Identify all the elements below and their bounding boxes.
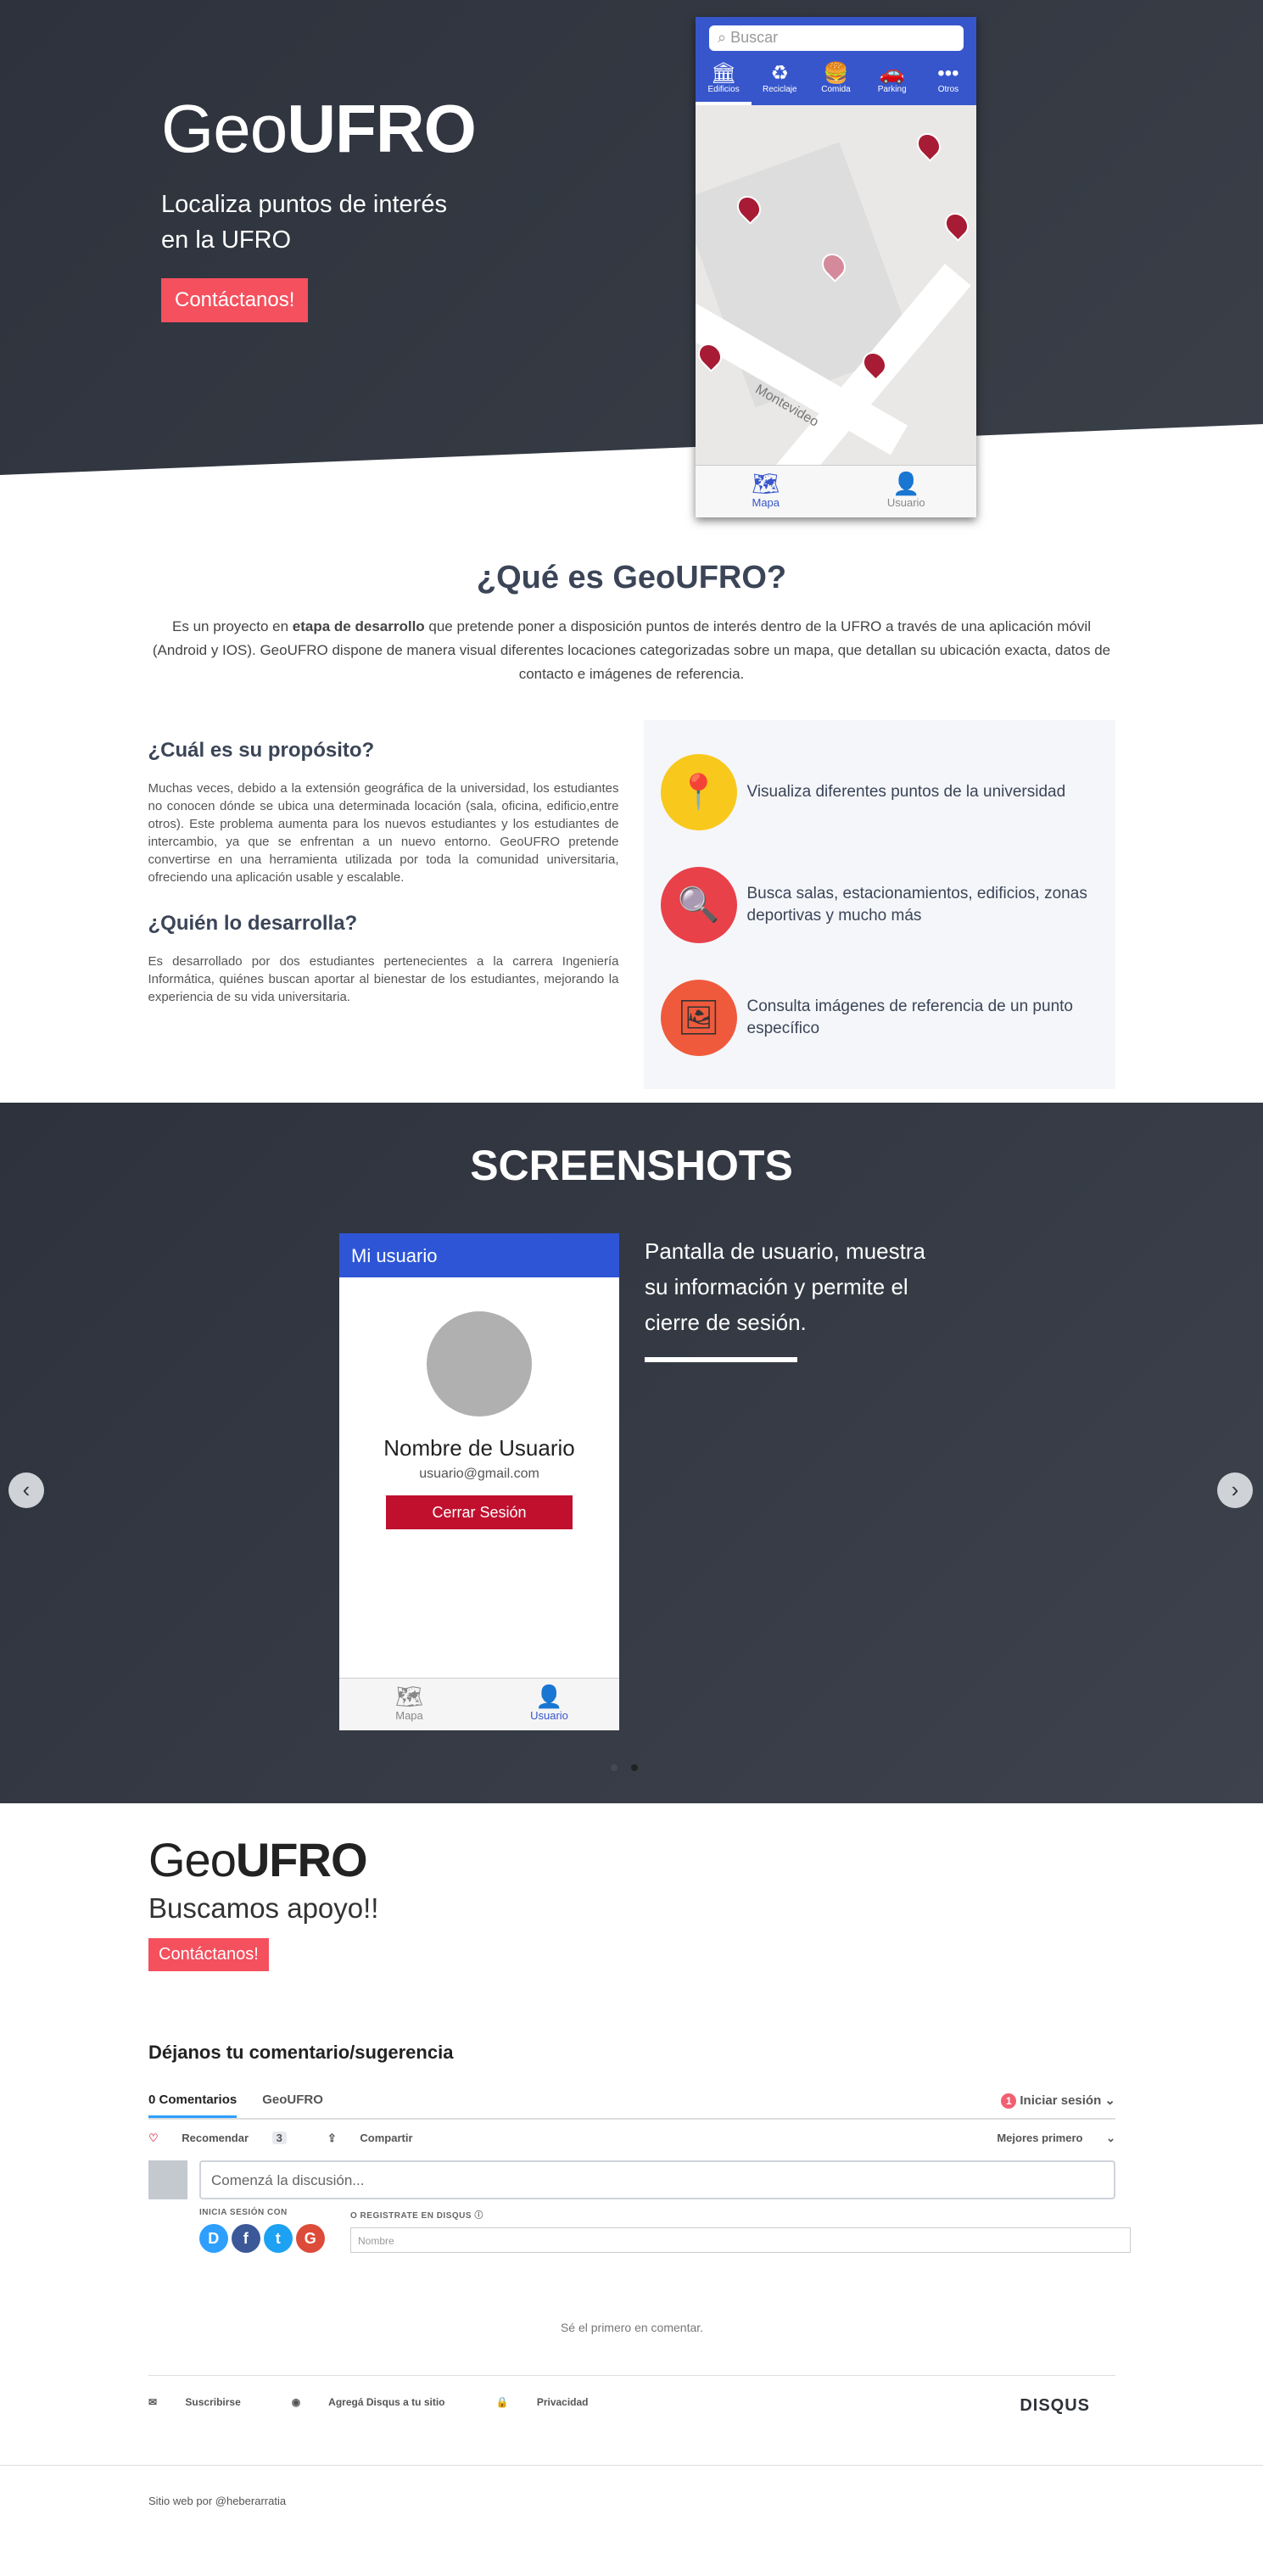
more-icon: ••• [937, 62, 959, 85]
carousel-next-button[interactable]: › [1217, 1472, 1253, 1508]
empty-comments-text: Sé el primero en comentar. [560, 2321, 704, 2334]
app-bottom-nav: 🗺 Mapa 👤 Usuario [696, 465, 976, 517]
features-panel: 📍 Visualiza diferentes puntos de la univ… [643, 720, 1115, 1089]
tab-mapa[interactable]: 🗺 Mapa [339, 1679, 479, 1730]
poi-marker[interactable] [940, 208, 974, 242]
caption-underline [645, 1357, 797, 1362]
tab-comida[interactable]: 🍔 Comida [808, 61, 863, 105]
disqus-login-icon[interactable]: D [199, 2224, 228, 2253]
hero-text: GeoUFRO Localiza puntos de interés en la… [161, 91, 477, 323]
avatar [148, 2160, 187, 2199]
map-pin-icon: 📍 [660, 753, 737, 830]
screenshot-caption: Pantalla de usuario, muestra su informac… [645, 1233, 950, 1362]
comments-footer: ✉ Suscribirse ◉ Agregá Disqus a tu sitio… [148, 2375, 1115, 2416]
contact-button[interactable]: Contáctanos! [161, 278, 309, 323]
about-details: ¿Cuál es su propósito? Muchas veces, deb… [148, 720, 619, 1089]
purpose-title: ¿Cuál es su propósito? [148, 739, 375, 762]
hero-tagline: Localiza puntos de interés en la UFRO [161, 191, 447, 254]
recommend-button[interactable]: ♡ Recomendar 3 [148, 2132, 307, 2145]
poi-marker[interactable] [912, 128, 946, 162]
lock-icon: 🔒 [495, 2396, 509, 2408]
login-options: INICIA SESIÓN CON D f t G O REGISTRATE E… [199, 2208, 1131, 2253]
logout-button[interactable]: Cerrar Sesión [386, 1495, 573, 1529]
who-text: Es desarrollado por dos estudiantes pert… [148, 954, 619, 1004]
google-login-icon[interactable]: G [296, 2224, 325, 2253]
add-disqus-link[interactable]: ◉ Agregá Disqus a tu sitio [292, 2396, 471, 2416]
map-icon: 🗺 [394, 1684, 423, 1709]
tab-parking[interactable]: 🚗 Parking [864, 61, 920, 105]
app-mockup: ⌕ Buscar 🏛 Edificios ♻ Reciclaje 🍔 Comida 🚗… [696, 17, 976, 517]
app-category-tabs: 🏛 Edificios ♻ Reciclaje 🍔 Comida 🚗 Parking •… [696, 61, 976, 105]
comments-tabs: 0 Comentarios GeoUFRO 1 Iniciar sesión ⌄ [148, 2093, 1115, 2120]
tab-usuario[interactable]: 👤 Usuario [479, 1679, 619, 1730]
picture-icon: 🖼 [660, 979, 737, 1056]
feature-item: 🔍 Busca salas, estacionamientos, edifici… [660, 848, 1098, 961]
user-icon: 👤 [892, 471, 920, 496]
user-screen-header: Mi usuario [339, 1233, 619, 1277]
screenshot-user-screen: Mi usuario Nombre de Usuario usuario@gma… [339, 1233, 619, 1730]
brand-title: GeoUFRO [148, 1833, 368, 1886]
tab-site[interactable]: GeoUFRO [262, 2093, 323, 2118]
user-name: Nombre de Usuario [383, 1435, 575, 1461]
comments-title: Déjanos tu comentario/sugerencia [148, 2042, 454, 2063]
burger-icon: 🍔 [823, 62, 849, 85]
twitter-login-icon[interactable]: t [264, 2224, 293, 2253]
building-icon: 🏛 [710, 62, 737, 85]
brand-title: GeoUFRO [161, 91, 477, 166]
user-screen-bottom-nav: 🗺 Mapa 👤 Usuario [339, 1678, 619, 1730]
tab-usuario[interactable]: 👤 Usuario [836, 466, 977, 517]
user-email: usuario@gmail.com [419, 1467, 539, 1481]
site-footer: Sitio web por @heberarratia [0, 2465, 1263, 2536]
map-view[interactable]: Montevideo [696, 105, 976, 465]
magnifier-icon: 🔍 [660, 866, 737, 943]
facebook-login-icon[interactable]: f [232, 2224, 260, 2253]
about-section: ¿Qué es GeoUFRO? Es un proyecto en etapa… [0, 475, 1263, 1089]
comments-section: Déjanos tu comentario/sugerencia 0 Comen… [148, 2042, 1131, 2416]
who-title: ¿Quién lo desarrolla? [148, 912, 358, 935]
footer-credit[interactable]: Sitio web por @heberarratia [148, 2495, 286, 2507]
screenshots-section: SCREENSHOTS Mi usuario Nombre de Usuario… [0, 1103, 1263, 1803]
screenshots-title: SCREENSHOTS [470, 1142, 793, 1189]
car-icon: 🚗 [879, 62, 905, 85]
subscribe-link[interactable]: ✉ Suscribirse [148, 2396, 266, 2416]
tab-comments[interactable]: 0 Comentarios [148, 2093, 238, 2118]
feature-item: 🖼 Consulta imágenes de referencia de un … [660, 961, 1098, 1074]
share-button[interactable]: ⇪ Compartir [327, 2132, 433, 2145]
sort-dropdown[interactable]: Mejores primero ⌄ [997, 2132, 1115, 2145]
about-title: ¿Qué es GeoUFRO? [476, 560, 787, 595]
privacy-link[interactable]: 🔒 Privacidad [496, 2396, 614, 2416]
heart-icon: ♡ [148, 2132, 159, 2144]
map-icon: 🗺 [752, 471, 780, 496]
disqus-icon: ◉ [291, 2396, 301, 2408]
carousel-prev-button[interactable]: ‹ [8, 1472, 44, 1508]
purpose-text: Muchas veces, debido a la extensión geog… [148, 781, 619, 885]
app-search-input[interactable]: ⌕ Buscar [709, 25, 964, 51]
support-subtitle: Buscamos apoyo!! [148, 1892, 379, 1924]
contact-button[interactable]: Contáctanos! [148, 1938, 269, 1971]
disqus-logo[interactable]: DISQUS [1020, 2396, 1090, 2416]
feature-item: 📍 Visualiza diferentes puntos de la univ… [660, 735, 1098, 848]
comments-actions: ♡ Recomendar 3 ⇪ Compartir Mejores prime… [148, 2132, 1115, 2145]
support-section: GeoUFRO Buscamos apoyo!! Contáctanos! [148, 1836, 378, 1971]
about-lead: Es un proyecto en etapa de desarrollo qu… [152, 618, 1111, 682]
notification-badge: 1 [1001, 2093, 1017, 2109]
help-icon[interactable]: ⓘ [474, 2211, 483, 2221]
name-field[interactable]: Nombre [350, 2227, 1131, 2253]
comment-form: Comenzá la discusión... [148, 2160, 1115, 2199]
carousel-dot[interactable] [611, 1764, 618, 1771]
tab-otros[interactable]: ••• Otros [920, 61, 976, 105]
tab-mapa[interactable]: 🗺 Mapa [696, 466, 836, 517]
recycle-icon: ♻ [770, 62, 790, 85]
envelope-icon: ✉ [148, 2396, 158, 2408]
carousel-dot-active[interactable] [631, 1764, 638, 1771]
tab-reciclaje[interactable]: ♻ Reciclaje [752, 61, 808, 105]
tab-edificios[interactable]: 🏛 Edificios [696, 61, 752, 105]
share-icon: ⇪ [327, 2132, 337, 2144]
hero-section: GeoUFRO Localiza puntos de interés en la… [0, 0, 1263, 475]
login-dropdown[interactable]: 1 Iniciar sesión ⌄ [1001, 2093, 1115, 2118]
comment-input[interactable]: Comenzá la discusión... [199, 2160, 1115, 2199]
user-icon: 👤 [535, 1684, 563, 1709]
carousel-indicators [611, 1764, 638, 1771]
avatar [427, 1311, 532, 1417]
